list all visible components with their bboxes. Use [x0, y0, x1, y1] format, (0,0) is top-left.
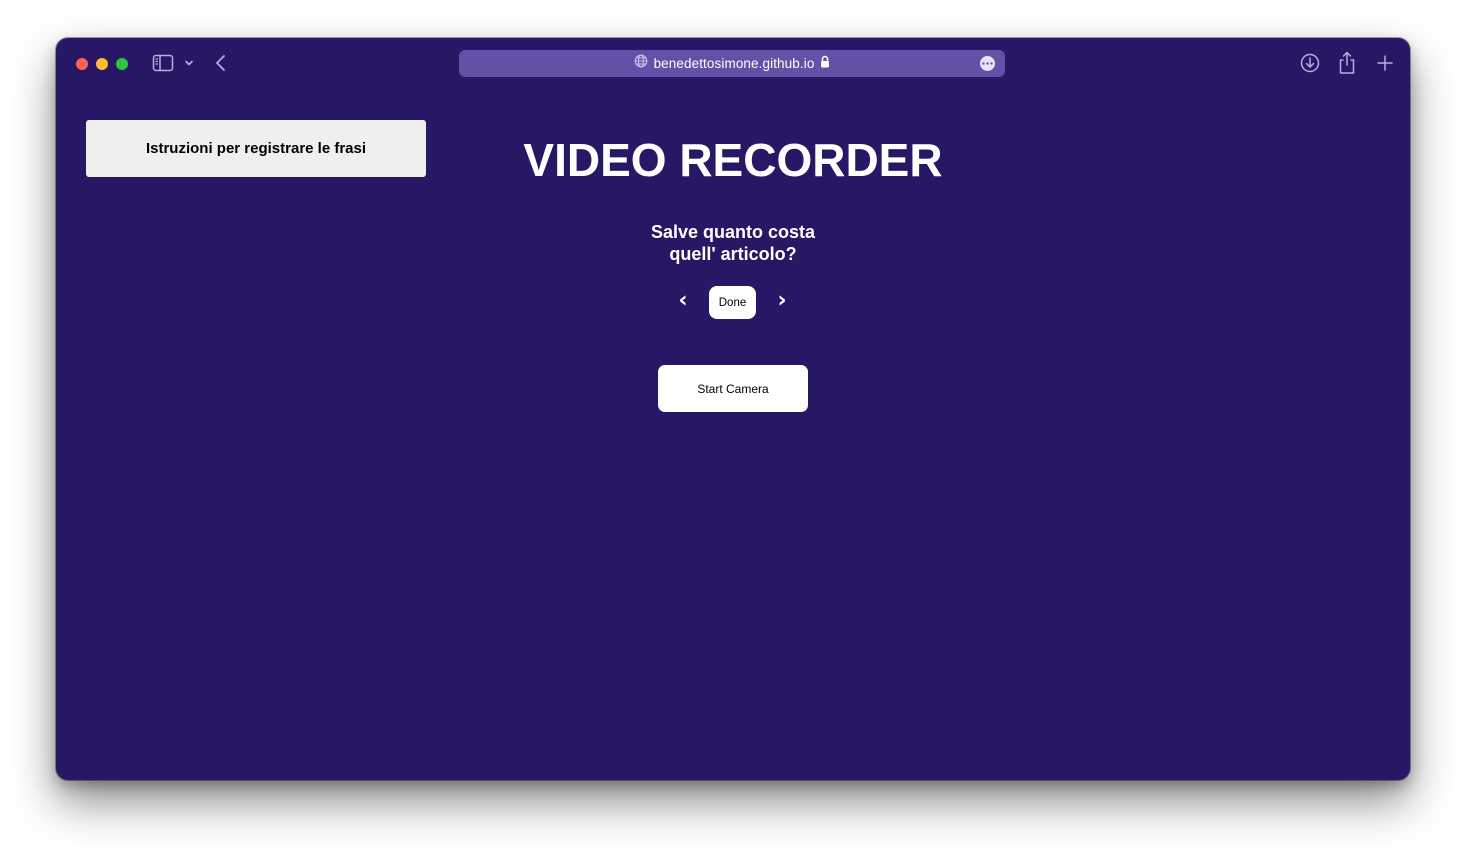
browser-toolbar: benedettosimone.github.io [56, 38, 1410, 90]
start-camera-button[interactable]: Start Camera [658, 365, 808, 412]
back-icon[interactable] [214, 53, 228, 73]
plus-icon[interactable] [1374, 52, 1396, 74]
address-bar[interactable]: benedettosimone.github.io [459, 50, 1005, 77]
download-icon[interactable] [1299, 52, 1321, 74]
lock-icon [820, 55, 830, 73]
url-text: benedettosimone.github.io [653, 56, 815, 71]
phrase-line-2: quell' articolo? [669, 244, 797, 264]
minimize-window-icon[interactable] [96, 58, 108, 70]
globe-icon [634, 54, 648, 73]
page-content: Istruzioni per registrare le frasi VIDEO… [56, 90, 1410, 780]
browser-window: benedettosimone.github.io Istruzioni per… [56, 38, 1410, 780]
zoom-window-icon[interactable] [116, 58, 128, 70]
previous-phrase-button[interactable]: ‹ [673, 287, 693, 315]
phrase-line-1: Salve quanto costa [650, 222, 816, 242]
sidebar-icon[interactable] [152, 54, 174, 72]
page-title: VIDEO RECORDER [523, 134, 943, 186]
close-window-icon[interactable] [76, 58, 88, 70]
more-icon[interactable] [980, 56, 995, 71]
chevron-down-icon[interactable] [183, 57, 195, 69]
phrase-text: Salve quanto costa quell' articolo? [583, 221, 883, 265]
next-phrase-button[interactable]: › [772, 287, 792, 315]
done-button[interactable]: Done [709, 286, 756, 319]
share-icon[interactable] [1337, 50, 1357, 76]
address-bar-content: benedettosimone.github.io [459, 50, 1005, 77]
